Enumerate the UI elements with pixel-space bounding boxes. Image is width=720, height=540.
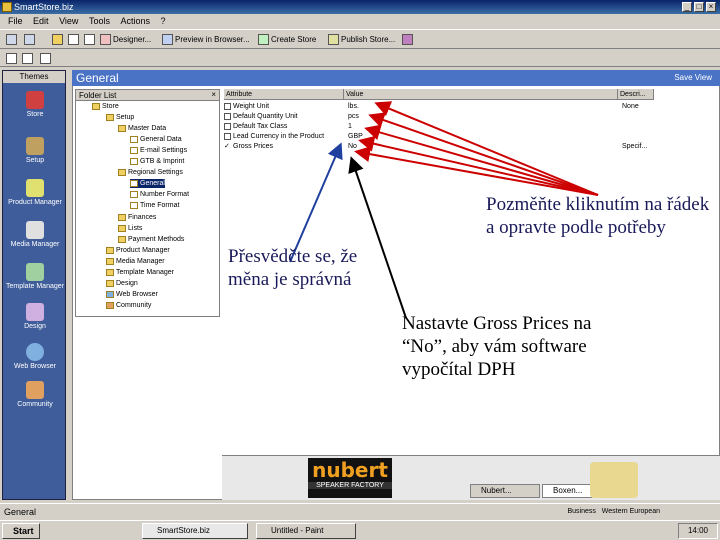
arrow-red-2 bbox=[368, 112, 599, 196]
arrow-red-3 bbox=[364, 124, 599, 196]
arrow-red-1 bbox=[374, 101, 599, 196]
annotation-gross-prices: Nastavte Gross Prices na “No”, aby vám s… bbox=[402, 313, 592, 380]
annotation-edit-rows: Pozměňte kliknutím na řádek a opravte po… bbox=[486, 194, 710, 238]
arrow-red-5 bbox=[354, 146, 599, 196]
annotation-currency: Přesvědčte se, že měna je správná bbox=[228, 246, 358, 290]
arrow-red-4 bbox=[358, 135, 599, 196]
arrow-black bbox=[348, 156, 407, 319]
